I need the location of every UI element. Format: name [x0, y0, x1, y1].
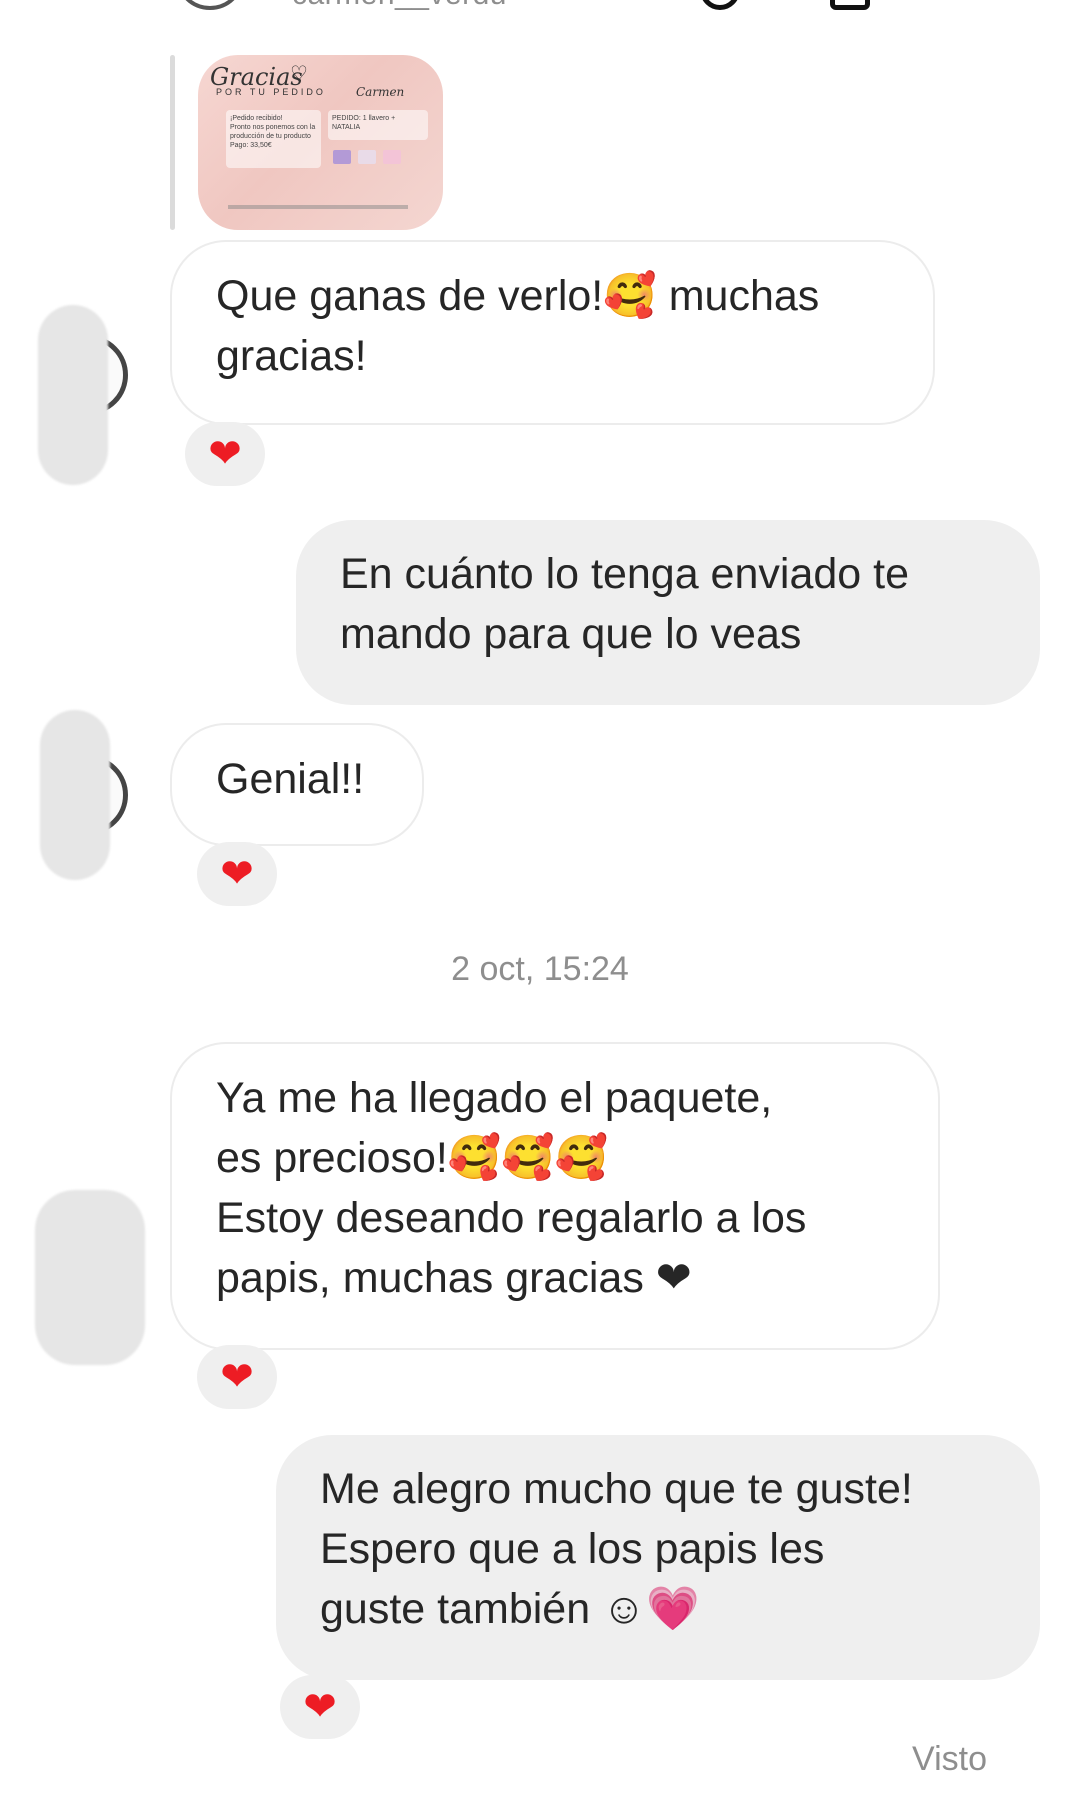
card-subtitle: POR TU PEDIDO [216, 87, 326, 97]
card-footer [228, 205, 408, 209]
message-bubble-incoming[interactable]: Ya me ha llegado el paquete, es precioso… [170, 1042, 940, 1350]
message-line: gracias! [216, 332, 367, 380]
card-name: Carmen [356, 85, 405, 99]
message-line: mando para que lo veas [340, 610, 802, 658]
heart-outline-icon: ♡ [290, 63, 308, 85]
heart-reaction-icon[interactable]: ❤ [197, 842, 277, 906]
redaction-scribble [35, 1190, 145, 1365]
message-line: Me alegro mucho que te guste! [320, 1465, 913, 1513]
reaction-emoji: ❤ [220, 1355, 254, 1399]
message-line: Que ganas de verlo!🥰 muchas [216, 272, 820, 320]
card-line: Pago: 33,50€ [230, 142, 272, 149]
card-order-panel: PEDIDO: 1 llavero + NATALIA [328, 110, 428, 140]
heart-reaction-icon[interactable]: ❤ [185, 422, 265, 486]
heart-reaction-icon[interactable]: ❤ [197, 1345, 277, 1409]
redaction-scribble [40, 710, 110, 880]
card-line: Pronto nos ponemos con la producción de … [230, 124, 316, 140]
reaction-emoji: ❤ [303, 1685, 337, 1729]
card-line: ¡Pedido recibido! [230, 115, 283, 122]
reaction-emoji: ❤ [208, 432, 242, 476]
video-call-icon[interactable] [830, 0, 870, 10]
call-icon[interactable] [700, 0, 740, 10]
message-bubble-incoming[interactable]: Que ganas de verlo!🥰 muchas gracias! [170, 240, 935, 425]
message-line: Genial!! [216, 755, 365, 803]
product-thumbnail [333, 150, 351, 164]
heart-reaction-icon[interactable]: ❤ [280, 1675, 360, 1739]
message-line: Ya me ha llegado el paquete, [216, 1074, 773, 1122]
message-line: Estoy deseando regalarlo a los [216, 1194, 807, 1242]
date-separator: 2 oct, 15:24 [451, 950, 629, 988]
reply-indicator-bar [170, 55, 175, 230]
card-info-panel: ¡Pedido recibido! Pronto nos ponemos con… [226, 110, 321, 168]
message-line: guste también ☺💗 [320, 1585, 700, 1633]
message-line: En cuánto lo tenga enviado te [340, 550, 909, 598]
product-thumbnail [358, 150, 376, 164]
seen-status: Visto [912, 1740, 987, 1778]
header-username[interactable]: carmen__verdu [292, 0, 507, 12]
redaction-scribble [38, 305, 108, 485]
message-bubble-outgoing[interactable]: En cuánto lo tenga enviado te mando para… [296, 520, 1040, 705]
message-bubble-incoming[interactable]: Genial!! [170, 723, 424, 846]
message-line: Espero que a los papis les [320, 1525, 825, 1573]
message-line: papis, muchas gracias ❤ [216, 1254, 692, 1302]
replied-image-preview[interactable]: Gracias ♡ POR TU PEDIDO Carmen ¡Pedido r… [198, 55, 443, 230]
card-order: PEDIDO: 1 llavero + NATALIA [332, 115, 396, 131]
product-thumbnail [383, 150, 401, 164]
header-avatar[interactable] [175, 0, 245, 10]
reaction-emoji: ❤ [220, 852, 254, 896]
message-bubble-outgoing[interactable]: Me alegro mucho que te guste! Espero que… [276, 1435, 1040, 1680]
message-line: es precioso!🥰🥰🥰 [216, 1134, 609, 1182]
